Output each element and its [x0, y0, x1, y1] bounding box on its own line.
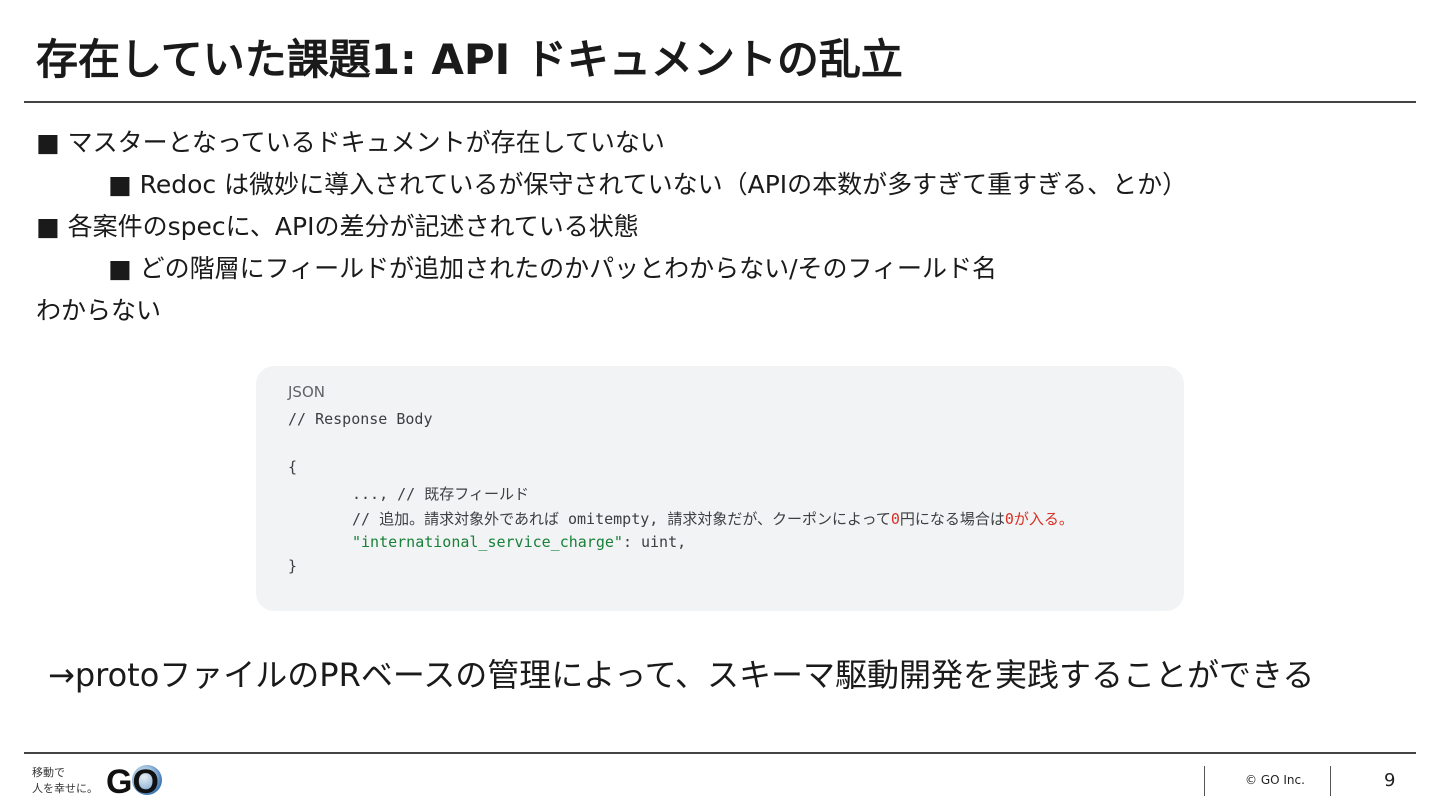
footer-separator — [1204, 766, 1205, 796]
bullet-marker: ■ — [108, 170, 132, 199]
code-added-comment-line: // 追加。請求対象外であれば omitempty, 請求対象だが、クーポンによ… — [352, 508, 1074, 529]
code-text: 円になる場合は — [899, 510, 1005, 528]
footer-divider — [24, 752, 1416, 754]
page-number: 9 — [1384, 770, 1396, 791]
bullet-text: Redoc は微妙に導入されているが保守されていない（APIの本数が多すぎて重す… — [139, 170, 1188, 199]
slogan-line: 人を幸せに。 — [32, 782, 98, 795]
code-highlight-zero: 0 — [890, 510, 900, 528]
bullet-marker: ■ — [108, 254, 132, 283]
company-slogan: 移動で 人を幸せに。 — [32, 765, 98, 797]
conclusion-text: →protoファイルのPRベースの管理によって、スキーマ駆動開発を実践することが… — [48, 656, 1315, 694]
bullet-item: ■ マスターとなっているドキュメントが存在していない — [36, 122, 1416, 164]
bullet-marker: ■ — [36, 212, 60, 241]
bullet-continuation: わからない — [36, 290, 1416, 332]
footer-separator — [1330, 766, 1331, 796]
code-string-key: "international_service_charge" — [352, 533, 623, 551]
code-highlight-text: が入る。 — [1013, 510, 1074, 528]
code-highlight-zero: 0 — [1004, 510, 1014, 528]
bullet-marker: ■ — [36, 128, 60, 157]
title-divider — [24, 101, 1416, 103]
code-existing-field-line: ..., // 既存フィールド — [352, 485, 529, 503]
slide-title: 存在していた課題1: API ドキュメントの乱立 — [36, 35, 903, 84]
bullet-list: ■ マスターとなっているドキュメントが存在していない ■ Redoc は微妙に導入さ… — [36, 122, 1416, 332]
logo-letters: GO — [106, 763, 159, 798]
go-logo: GO — [106, 763, 162, 798]
sub-bullet-item: ■ どの階層にフィールドが追加されたのかパッとわからない/そのフィールド名 — [36, 248, 1416, 290]
code-comment-line: // Response Body — [288, 410, 433, 428]
copyright-text: © GO Inc. — [1245, 773, 1305, 787]
code-language-label: JSON — [288, 383, 325, 401]
bullet-item: ■ 各案件のspecに、APIの差分が記述されている状態 — [36, 206, 1416, 248]
bullet-text: どの階層にフィールドが追加されたのかパッとわからない/そのフィールド名 — [139, 254, 998, 283]
code-field-line: "international_service_charge": uint, — [352, 533, 686, 551]
slogan-line: 移動で — [32, 766, 65, 779]
bullet-text: 各案件のspecに、APIの差分が記述されている状態 — [67, 212, 639, 241]
sub-bullet-item: ■ Redoc は微妙に導入されているが保守されていない（APIの本数が多すぎて重… — [36, 164, 1416, 206]
code-open-brace: { — [288, 458, 298, 476]
code-text: : uint, — [622, 533, 687, 551]
bullet-text: マスターとなっているドキュメントが存在していない — [67, 128, 665, 157]
code-block: JSON // Response Body { ..., // 既存フィールド … — [256, 366, 1184, 611]
code-close-brace: } — [288, 557, 298, 575]
code-text: // 追加。請求対象外であれば omitempty, 請求対象だが、クーポンによ… — [352, 510, 891, 528]
bullet-text: わからない — [36, 296, 162, 325]
